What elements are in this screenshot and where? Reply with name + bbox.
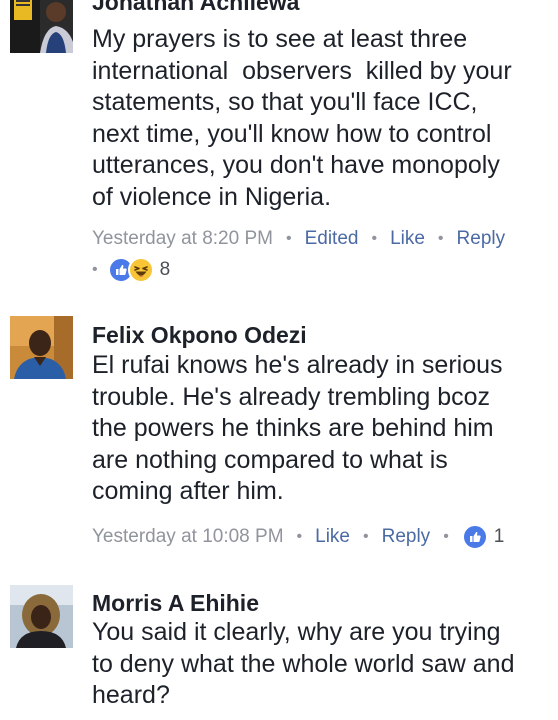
reaction-summary[interactable]: 8 bbox=[107, 257, 171, 283]
separator: • bbox=[443, 528, 449, 545]
comment-line: My prayers is to see at least three bbox=[92, 25, 468, 53]
comment-line: statements, so that you'll face ICC, bbox=[92, 88, 478, 116]
separator: • bbox=[285, 230, 292, 247]
comment-line: to deny what the whole world saw and bbox=[92, 649, 515, 678]
reaction-count: 8 bbox=[159, 259, 171, 280]
comment-line: You said it clearly, why are you trying bbox=[92, 618, 501, 646]
comment-line: utterances, you don't have monopoly bbox=[92, 151, 500, 179]
avatar[interactable] bbox=[10, 316, 73, 379]
comment-line: the powers he thinks are behind him bbox=[92, 414, 494, 442]
reaction-count: 1 bbox=[493, 526, 505, 547]
comment-meta: Yesterday at 8:20 PM • Edited • Like • R… bbox=[92, 228, 505, 250]
comment-line: coming after him. bbox=[92, 477, 284, 505]
separator: • bbox=[92, 261, 98, 278]
comment-text: My prayers is to see at least three inte… bbox=[92, 24, 547, 213]
comment-line: trouble. He's already trembling bcoz bbox=[92, 382, 491, 411]
comment-reactions-row: • 8 bbox=[92, 257, 170, 283]
timestamp[interactable]: Yesterday at 8:20 PM bbox=[92, 228, 273, 250]
reply-button[interactable]: Reply bbox=[382, 526, 431, 548]
avatar[interactable] bbox=[10, 585, 73, 648]
separator: • bbox=[363, 528, 369, 545]
like-icon bbox=[461, 524, 488, 550]
comment-line: El rufai knows he's already in serious bbox=[92, 351, 503, 379]
comment-line: next time, you'll know how to control bbox=[92, 119, 492, 148]
separator: • bbox=[437, 230, 444, 247]
reaction-summary[interactable]: 1 bbox=[461, 524, 505, 550]
comment-line: heard? bbox=[92, 681, 170, 709]
haha-icon bbox=[127, 257, 154, 283]
comment-text: You said it clearly, why are you trying … bbox=[92, 617, 547, 712]
separator: • bbox=[371, 230, 378, 247]
comment-line: international observers killed by your bbox=[92, 56, 512, 85]
comment-line: are nothing compared to what is bbox=[92, 445, 448, 474]
edited-link[interactable]: Edited bbox=[305, 228, 359, 250]
separator: • bbox=[296, 528, 303, 545]
comment-author[interactable]: Jonathan Achilewa bbox=[92, 0, 299, 16]
timestamp[interactable]: Yesterday at 10:08 PM bbox=[92, 526, 284, 548]
like-button[interactable]: Like bbox=[390, 228, 425, 250]
avatar[interactable] bbox=[10, 0, 73, 53]
like-button[interactable]: Like bbox=[315, 526, 350, 548]
reply-button[interactable]: Reply bbox=[457, 228, 506, 250]
comment-author[interactable]: Felix Okpono Odezi bbox=[92, 322, 307, 349]
comment-author[interactable]: Morris A Ehihie bbox=[92, 590, 259, 617]
comment-text: El rufai knows he's already in serious t… bbox=[92, 350, 547, 508]
comment-line: of violence in Nigeria. bbox=[92, 182, 332, 211]
comment-meta: Yesterday at 10:08 PM • Like • Reply • 1 bbox=[92, 524, 504, 550]
